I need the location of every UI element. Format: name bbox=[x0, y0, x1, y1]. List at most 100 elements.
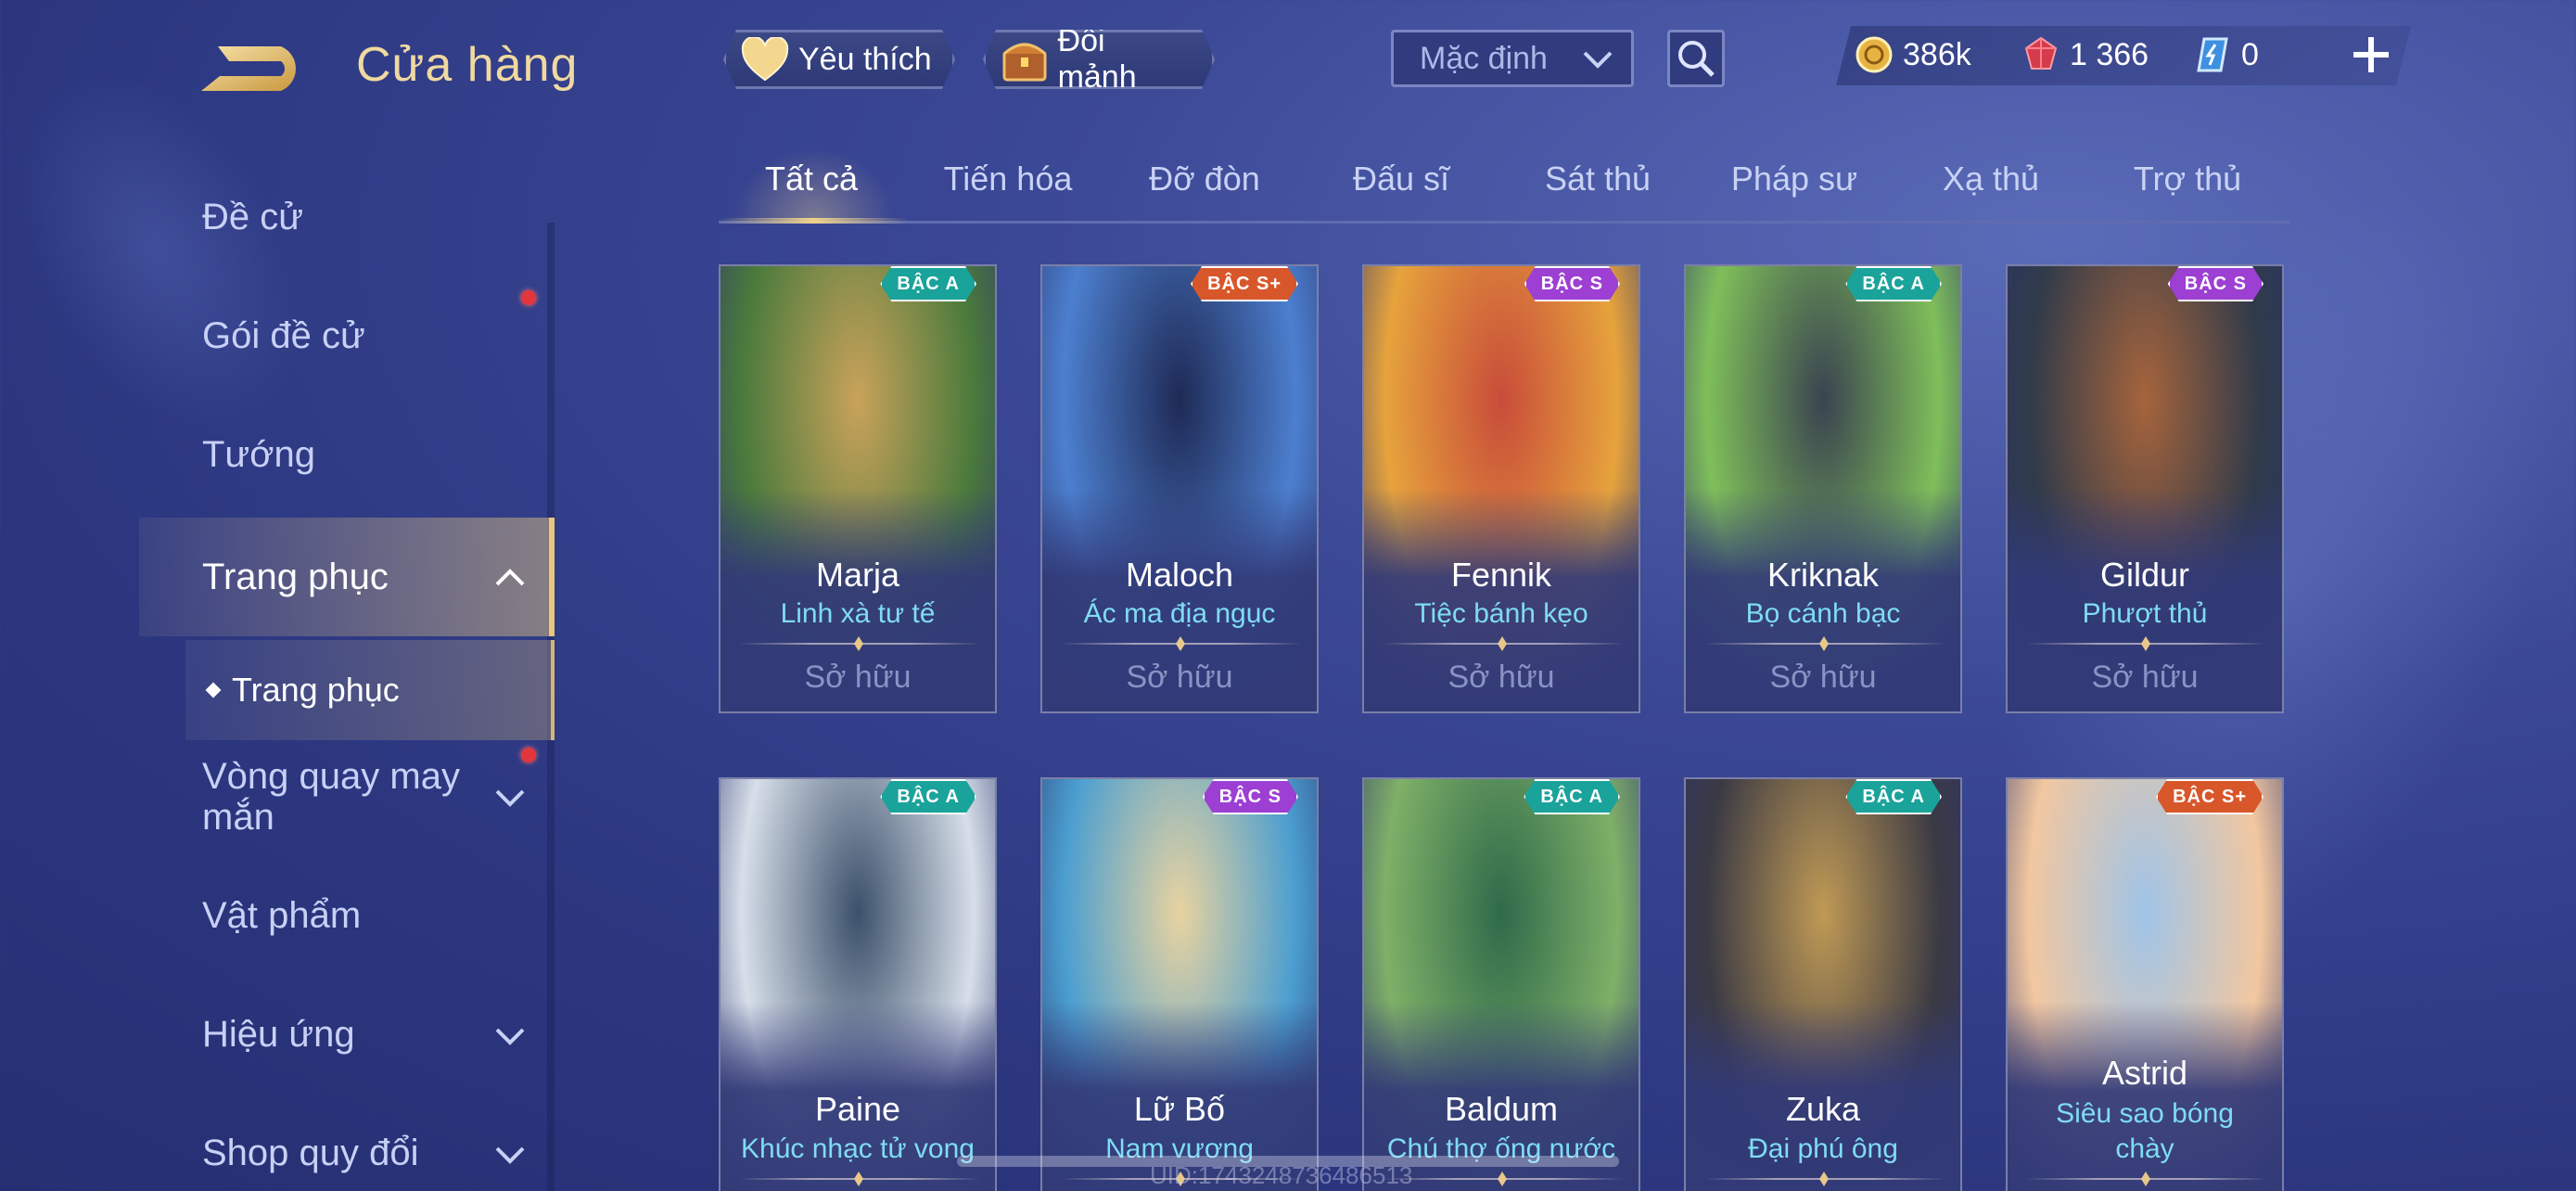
page-title: Cửa hàng bbox=[356, 38, 579, 92]
chevron-down-icon bbox=[495, 789, 525, 807]
tier-badge: BẬC S bbox=[2168, 266, 2264, 301]
chevron-down-icon bbox=[1583, 51, 1613, 69]
skin-name: Đại phú ông bbox=[1748, 1133, 1898, 1164]
ruby-icon bbox=[2021, 35, 2060, 74]
tab-mage[interactable]: Pháp sư bbox=[1702, 160, 1887, 198]
gold-balance: 386k bbox=[1855, 35, 1971, 74]
skin-card[interactable]: BẬC SLữ BốNam vươngSở hữu bbox=[1040, 777, 1319, 1191]
skin-card[interactable]: BẬC A Marja Linh xà tư tế Sở hữu bbox=[719, 264, 997, 713]
skin-card[interactable]: BẬC S Fennik Tiệc bánh kẹo Sở hữu bbox=[1362, 264, 1640, 713]
sidebar-subitem-label: Trang phục bbox=[232, 671, 400, 709]
sidebar-item-recommended[interactable]: Đề cử bbox=[202, 197, 545, 238]
skin-name: Siêu sao bóng chày bbox=[2056, 1098, 2234, 1164]
tab-evolution[interactable]: Tiến hóa bbox=[915, 160, 1101, 198]
sidebar-item-label: Trang phục bbox=[202, 556, 389, 597]
skin-name: Ác ma địa ngục bbox=[1083, 598, 1276, 629]
tab-support[interactable]: Trợ thủ bbox=[2095, 160, 2280, 198]
currency-bar: 386k 1 366 0 bbox=[1836, 26, 2411, 85]
sidebar-item-skins[interactable]: Trang phục bbox=[139, 518, 555, 636]
tab-assassin[interactable]: Sát thủ bbox=[1505, 160, 1690, 198]
skin-card[interactable]: BẬC S+ Maloch Ác ma địa ngục Sở hữu bbox=[1040, 264, 1319, 713]
chevron-down-icon bbox=[495, 1146, 525, 1164]
sidebar-item-label: Hiệu ứng bbox=[202, 1014, 355, 1055]
plus-icon bbox=[2353, 37, 2389, 72]
exchange-label: Đổi mảnh bbox=[1057, 23, 1137, 95]
gold-coin-icon bbox=[1855, 35, 1894, 74]
tier-badge: BẬC S+ bbox=[2156, 779, 2264, 814]
sidebar-item-exchange-shop[interactable]: Shop quy đổi bbox=[202, 1133, 545, 1174]
skin-name: Linh xà tư tế bbox=[780, 598, 936, 629]
sidebar-item-label: Đề cử bbox=[202, 197, 304, 237]
hero-name: Zuka bbox=[1785, 1090, 1861, 1128]
owned-status: Sở hữu bbox=[1447, 660, 1555, 695]
tier-badge: BẬC S bbox=[1203, 779, 1298, 814]
tier-badge: BẬC A bbox=[1845, 266, 1942, 301]
sidebar-item-heroes[interactable]: Tướng bbox=[202, 434, 545, 476]
owned-status: Sở hữu bbox=[1769, 660, 1877, 695]
card-separator bbox=[739, 1172, 980, 1186]
favorites-label: Yêu thích bbox=[798, 41, 932, 77]
hero-name: Lữ Bố bbox=[1133, 1090, 1226, 1128]
hero-name: Paine bbox=[814, 1090, 901, 1128]
hero-name: Astrid bbox=[2101, 1054, 2188, 1092]
sidebar-item-items[interactable]: Vật phẩm bbox=[202, 895, 545, 937]
sidebar-item-label: Shop quy đổi bbox=[202, 1133, 419, 1173]
tab-tank[interactable]: Đỡ đòn bbox=[1112, 160, 1297, 198]
tab-all[interactable]: Tất cả bbox=[719, 160, 904, 198]
voucher-icon bbox=[2193, 35, 2232, 74]
hero-name: Baldum bbox=[1444, 1090, 1559, 1128]
owned-status: Sở hữu bbox=[1126, 660, 1233, 695]
card-separator bbox=[1061, 636, 1302, 651]
sidebar-item-label: Vòng quay may mắn bbox=[202, 756, 460, 838]
hero-name: Maloch bbox=[1125, 556, 1234, 594]
search-button[interactable] bbox=[1667, 30, 1725, 87]
notification-dot bbox=[521, 290, 536, 305]
sort-value: Mặc định bbox=[1420, 40, 1548, 76]
sidebar-item-effects[interactable]: Hiệu ứng bbox=[202, 1014, 545, 1056]
card-separator bbox=[739, 636, 980, 651]
back-button[interactable] bbox=[199, 37, 311, 96]
skin-name: Phượt thủ bbox=[2082, 598, 2208, 629]
add-currency-button[interactable] bbox=[2346, 30, 2396, 80]
chevron-up-icon bbox=[495, 569, 525, 586]
sidebar-item-recommended-packs[interactable]: Gói đề cử bbox=[202, 315, 545, 357]
tier-badge: BẬC A bbox=[880, 266, 976, 301]
ruby-balance: 1 366 bbox=[2021, 35, 2149, 74]
skin-name: Bọ cánh bạc bbox=[1745, 598, 1901, 629]
user-id: UID:1743248736486513 bbox=[1150, 1161, 1413, 1189]
skin-card[interactable]: BẬC S+AstridSiêu sao bóng chàySở hữu bbox=[2006, 777, 2284, 1191]
skin-card[interactable]: BẬC S Gildur Phượt thủ Sở hữu bbox=[2006, 264, 2284, 713]
treasure-chest-icon bbox=[999, 33, 1051, 85]
tier-badge: BẬC A bbox=[880, 779, 976, 814]
exchange-fragments-button[interactable]: Đổi mảnh bbox=[983, 30, 1215, 89]
notification-dot bbox=[521, 748, 536, 762]
favorites-button[interactable]: Yêu thích bbox=[723, 30, 955, 89]
card-separator bbox=[1383, 636, 1624, 651]
skin-card[interactable]: BẬC AZukaĐại phú ôngSở hữu bbox=[1684, 777, 1962, 1191]
sidebar-item-label: Tướng bbox=[202, 434, 315, 475]
search-icon bbox=[1678, 41, 1715, 77]
hero-name: Gildur bbox=[2099, 556, 2190, 594]
tab-fighter[interactable]: Đấu sĩ bbox=[1308, 160, 1494, 198]
sidebar-item-lucky-wheel[interactable]: Vòng quay may mắn bbox=[202, 756, 545, 838]
role-tabs: Tất cả Tiến hóa Đỡ đòn Đấu sĩ Sát thủ Ph… bbox=[719, 148, 2290, 223]
gold-amount: 386k bbox=[1903, 36, 1971, 72]
skin-card[interactable]: BẬC ABaldumChú thợ ống nướcSở hữu bbox=[1362, 777, 1640, 1191]
voucher-balance: 0 bbox=[2193, 35, 2259, 74]
hero-name: Fennik bbox=[1450, 556, 1552, 594]
card-separator bbox=[1383, 1172, 1624, 1186]
diamond-bullet-icon bbox=[205, 682, 222, 698]
card-separator bbox=[1704, 636, 1945, 651]
skin-card[interactable]: BẬC A Kriknak Bọ cánh bạc Sở hữu bbox=[1684, 264, 1962, 713]
back-arrow-icon bbox=[201, 46, 296, 91]
tab-marksman[interactable]: Xạ thủ bbox=[1898, 160, 2084, 198]
hero-name: Kriknak bbox=[1766, 556, 1880, 594]
tier-badge: BẬC A bbox=[1845, 779, 1942, 814]
chevron-down-icon bbox=[495, 1028, 525, 1045]
skin-card[interactable]: BẬC APaineKhúc nhạc tử vongSở hữu bbox=[719, 777, 997, 1191]
sort-dropdown[interactable]: Mặc định bbox=[1391, 30, 1634, 87]
sidebar-subitem-skins[interactable]: Trang phục bbox=[185, 640, 555, 740]
skin-grid: BẬC A Marja Linh xà tư tế Sở hữu BẬC S+ Maloc… bbox=[719, 264, 2290, 1191]
sidebar-item-label: Gói đề cử bbox=[202, 315, 365, 356]
tier-badge: BẬC A bbox=[1524, 779, 1620, 814]
